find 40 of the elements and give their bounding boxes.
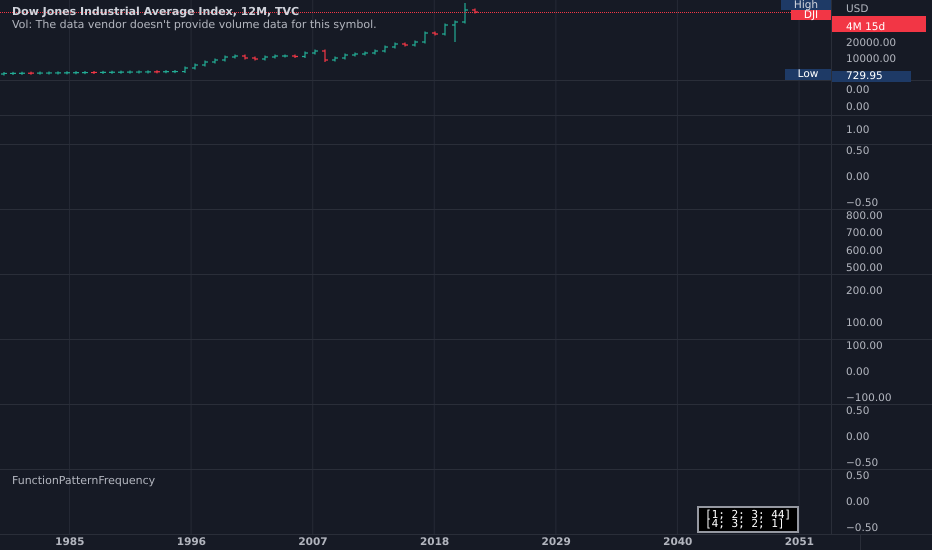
axis-label: −0.50: [845, 522, 880, 534]
time-label: 2051: [784, 535, 815, 550]
low-value-label: 729.95: [832, 71, 911, 82]
time-label: 2029: [540, 535, 572, 550]
axis-label: 0.00: [845, 84, 870, 96]
axis-label: 1.00: [845, 124, 870, 136]
axis-label: 0.50: [845, 145, 870, 157]
axis-label: 0.00: [845, 171, 870, 183]
countdown-label: 4M 15d: [832, 16, 926, 32]
axis-label: 0.50: [845, 470, 870, 482]
axis-label: 0.50: [845, 405, 870, 417]
axis-label: −0.50: [845, 197, 880, 209]
axis-label: 200.00: [845, 285, 884, 297]
axis-label: 600.00: [845, 244, 884, 257]
axis-label: 100.00: [845, 340, 884, 352]
axis-label: 100.00: [845, 317, 884, 329]
high-tag: High: [781, 0, 831, 10]
axis-label: −0.50: [845, 457, 880, 469]
axis-label: 0.00: [845, 431, 870, 443]
time-label: 1985: [54, 535, 86, 550]
axis-label: 800.00: [845, 210, 884, 222]
matrix-label: [1; 2; 3; 44] [4; 3; 2; 1]: [697, 506, 800, 533]
time-label: 1996: [176, 535, 207, 550]
axis-label: 10000.00: [845, 53, 898, 66]
axis-label: 500.00: [845, 262, 884, 274]
time-label: 2018: [418, 535, 450, 550]
volume-note: Vol: The data vendor doesn't provide volume data for this symbol.: [12, 19, 377, 30]
time-label: 2007: [297, 535, 329, 550]
symbol-tag: DJI: [791, 10, 831, 20]
axis-label: −100.00: [845, 392, 893, 404]
low-tag: Low: [785, 69, 831, 80]
indicator-title: FunctionPatternFrequency: [12, 474, 156, 487]
time-label: 2040: [662, 535, 694, 550]
currency-label: USD: [845, 3, 870, 16]
axis-label: 0.00: [845, 366, 870, 378]
axis-label: 0.00: [845, 496, 870, 508]
axis-label: 20000.00: [845, 37, 898, 50]
axis-label: 700.00: [845, 227, 884, 240]
chart-title: Dow Jones Industrial Average Index, 12M, TVC: [12, 6, 300, 17]
axis-label: 0.00: [845, 100, 870, 112]
